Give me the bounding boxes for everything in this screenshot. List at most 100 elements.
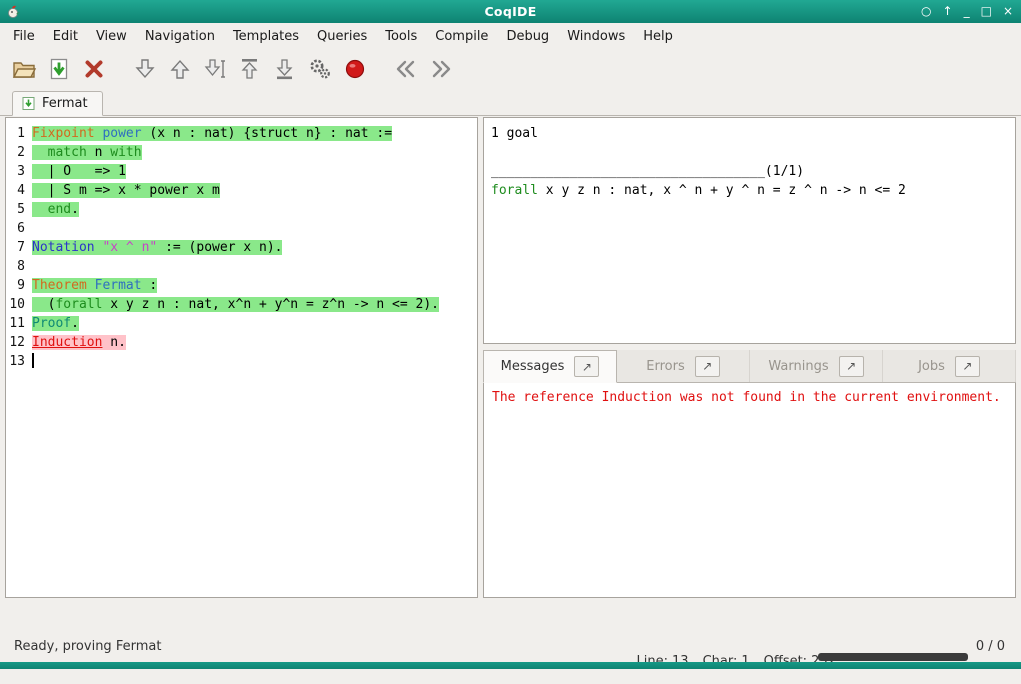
run-to-end-button[interactable]: [269, 54, 300, 85]
save-icon: [46, 56, 72, 82]
open-folder-icon: [11, 56, 37, 82]
code-line-6[interactable]: 6: [6, 219, 477, 238]
line-number: 13: [6, 352, 32, 371]
menu-help[interactable]: Help: [634, 25, 682, 48]
code-line-text: Theorem Fermat :: [32, 276, 157, 295]
text-cursor: [32, 353, 34, 368]
error-message: The reference Induction was not found in…: [492, 390, 1001, 405]
arrow-up-to-top-icon: [237, 56, 263, 82]
line-number: 11: [6, 314, 32, 333]
backward-one-command-button[interactable]: [164, 54, 195, 85]
menu-file[interactable]: File: [4, 25, 44, 48]
arrow-down-icon: [132, 56, 158, 82]
panel-tab-label: Jobs: [918, 359, 945, 374]
line-number: 3: [6, 162, 32, 181]
detach-arrow-icon: ↗: [582, 360, 592, 374]
titlebar[interactable]: CoqIDE ○ ↑ _ □ ×: [0, 0, 1021, 23]
code-line-text: (forall x y z n : nat, x^n + y^n = z^n -…: [32, 295, 439, 314]
bottom-scrollbar-thumb[interactable]: [818, 653, 968, 661]
code-line-12[interactable]: 12Induction n.: [6, 333, 477, 352]
window-shade-button[interactable]: ↑: [943, 0, 953, 23]
code-line-9[interactable]: 9Theorem Fermat :: [6, 276, 477, 295]
panel-tab-warnings[interactable]: Warnings ↗: [750, 350, 883, 382]
code-line-13[interactable]: 13: [6, 352, 477, 371]
save-button[interactable]: [43, 54, 74, 85]
code-line-text: end.: [32, 200, 79, 219]
code-line-text: Notation "x ^ n" := (power x n).: [32, 238, 282, 257]
code-line-7[interactable]: 7Notation "x ^ n" := (power x n).: [6, 238, 477, 257]
code-line-5[interactable]: 5 end.: [6, 200, 477, 219]
run-to-cursor-button[interactable]: [199, 54, 230, 85]
status-text: Ready, proving Fermat: [14, 639, 161, 654]
line-number: 2: [6, 143, 32, 162]
line-number: 4: [6, 181, 32, 200]
panel-tab-jobs[interactable]: Jobs ↗: [883, 350, 1016, 382]
panel-tabbar: Messages ↗ Errors ↗ Warnings ↗ Jobs ↗: [483, 350, 1016, 383]
panel-tab-messages[interactable]: Messages ↗: [483, 350, 617, 383]
code-line-8[interactable]: 8: [6, 257, 477, 276]
menu-navigation[interactable]: Navigation: [136, 25, 224, 48]
restart-button[interactable]: [234, 54, 265, 85]
line-number: 7: [6, 238, 32, 257]
previous-occurrence-button[interactable]: [390, 54, 421, 85]
code-line-4[interactable]: 4 | S m => x * power x m: [6, 181, 477, 200]
panel-tab-label: Errors: [646, 359, 684, 374]
goal-line: [491, 143, 1008, 162]
menu-queries[interactable]: Queries: [308, 25, 376, 48]
line-number: 8: [6, 257, 32, 276]
window-maximize-button[interactable]: □: [981, 0, 992, 23]
code-line-text: | S m => x * power x m: [32, 181, 220, 200]
window-minimize-button[interactable]: _: [964, 0, 970, 23]
panel-tab-label: Warnings: [768, 359, 828, 374]
menu-windows[interactable]: Windows: [558, 25, 634, 48]
next-occurrence-button[interactable]: [425, 54, 456, 85]
tab-label: Fermat: [42, 96, 88, 111]
menu-compile[interactable]: Compile: [426, 25, 497, 48]
line-number: 6: [6, 219, 32, 238]
detach-button[interactable]: ↗: [839, 356, 864, 377]
close-button[interactable]: [78, 54, 109, 85]
code-line-text: Induction n.: [32, 333, 126, 352]
code-line-text: Fixpoint power (x n : nat) {struct n} : …: [32, 124, 392, 143]
arrow-down-to-cursor-icon: [202, 56, 228, 82]
red-stop-icon: [342, 56, 368, 82]
menu-tools[interactable]: Tools: [376, 25, 426, 48]
tab-fermat[interactable]: Fermat: [12, 91, 103, 116]
menu-debug[interactable]: Debug: [497, 25, 558, 48]
goal-line: ___________________________________(1/1): [491, 162, 1008, 181]
code-line-10[interactable]: 10 (forall x y z n : nat, x^n + y^n = z^…: [6, 295, 477, 314]
statusbar: Ready, proving Fermat Line:13Char:1Offse…: [0, 630, 1021, 662]
code-line-3[interactable]: 3 | O => 1: [6, 162, 477, 181]
script-editor[interactable]: 1Fixpoint power (x n : nat) {struct n} :…: [5, 117, 478, 598]
close-x-icon: [81, 56, 107, 82]
code-line-text: match n with: [32, 143, 142, 162]
interrupt-button[interactable]: [339, 54, 370, 85]
detach-arrow-icon: ↗: [962, 359, 972, 373]
detach-button[interactable]: ↗: [574, 356, 599, 377]
code-line-text: [32, 352, 34, 371]
detach-arrow-icon: ↗: [702, 359, 712, 373]
window-menu-button[interactable]: ○: [921, 0, 931, 23]
open-button[interactable]: [8, 54, 39, 85]
line-number: 1: [6, 124, 32, 143]
menu-templates[interactable]: Templates: [224, 25, 308, 48]
right-column: 1 goal _________________________________…: [483, 117, 1016, 598]
panel-tab-errors[interactable]: Errors ↗: [617, 350, 750, 382]
panel-tab-label: Messages: [501, 359, 565, 374]
coqide-logo-icon: [6, 4, 21, 19]
detach-button[interactable]: ↗: [955, 356, 980, 377]
window-close-button[interactable]: ×: [1003, 0, 1013, 23]
menu-view[interactable]: View: [87, 25, 136, 48]
forward-one-command-button[interactable]: [129, 54, 160, 85]
double-chevron-right-icon: [428, 56, 454, 82]
code-line-11[interactable]: 11Proof.: [6, 314, 477, 333]
line-number: 5: [6, 200, 32, 219]
main-area: 1Fixpoint power (x n : nat) {struct n} :…: [0, 117, 1021, 598]
line-number: 9: [6, 276, 32, 295]
detach-button[interactable]: ↗: [695, 356, 720, 377]
gears-icon: [307, 56, 333, 82]
menu-edit[interactable]: Edit: [44, 25, 87, 48]
fully-check-button[interactable]: [304, 54, 335, 85]
code-line-2[interactable]: 2 match n with: [6, 143, 477, 162]
code-line-1[interactable]: 1Fixpoint power (x n : nat) {struct n} :…: [6, 124, 477, 143]
